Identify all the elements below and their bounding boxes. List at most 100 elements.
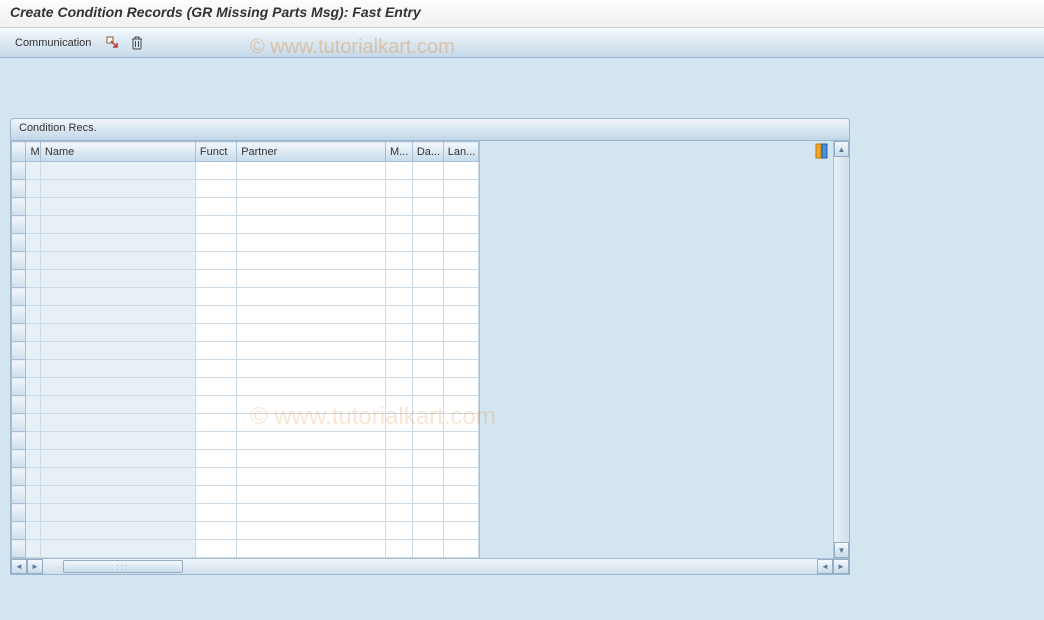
table-row[interactable] — [12, 342, 479, 360]
cell-partner[interactable] — [237, 504, 386, 522]
cell-partner[interactable] — [237, 306, 386, 324]
cell-language[interactable] — [443, 216, 478, 234]
cell-m[interactable] — [26, 324, 40, 342]
cell-language[interactable] — [443, 540, 478, 558]
table-row[interactable] — [12, 288, 479, 306]
row-selector[interactable] — [12, 324, 26, 342]
cell-medium[interactable] — [385, 450, 412, 468]
cell-date[interactable] — [412, 162, 443, 180]
scroll-up-button[interactable]: ▲ — [834, 141, 849, 157]
cell-date[interactable] — [412, 522, 443, 540]
scroll-down-button[interactable]: ▼ — [834, 542, 849, 558]
cell-funct[interactable] — [195, 288, 236, 306]
row-selector[interactable] — [12, 486, 26, 504]
hscroll-track[interactable]: ::: — [43, 559, 817, 574]
table-row[interactable] — [12, 324, 479, 342]
cell-m[interactable] — [26, 414, 40, 432]
cell-language[interactable] — [443, 270, 478, 288]
table-row[interactable] — [12, 234, 479, 252]
cell-language[interactable] — [443, 198, 478, 216]
cell-date[interactable] — [412, 198, 443, 216]
cell-partner[interactable] — [237, 342, 386, 360]
row-selector[interactable] — [12, 414, 26, 432]
cell-medium[interactable] — [385, 252, 412, 270]
cell-funct[interactable] — [195, 198, 236, 216]
cell-partner[interactable] — [237, 180, 386, 198]
cell-language[interactable] — [443, 306, 478, 324]
cell-date[interactable] — [412, 468, 443, 486]
cell-language[interactable] — [443, 252, 478, 270]
cell-name[interactable] — [40, 324, 195, 342]
cell-language[interactable] — [443, 342, 478, 360]
cell-medium[interactable] — [385, 468, 412, 486]
cell-m[interactable] — [26, 468, 40, 486]
cell-funct[interactable] — [195, 450, 236, 468]
cell-date[interactable] — [412, 234, 443, 252]
cell-date[interactable] — [412, 216, 443, 234]
col-m[interactable]: M — [26, 142, 40, 162]
cell-funct[interactable] — [195, 378, 236, 396]
row-selector[interactable] — [12, 252, 26, 270]
col-medium[interactable]: M... — [385, 142, 412, 162]
hscroll-thumb[interactable]: ::: — [63, 560, 183, 573]
row-selector[interactable] — [12, 522, 26, 540]
cell-date[interactable] — [412, 306, 443, 324]
row-selector[interactable] — [12, 198, 26, 216]
cell-funct[interactable] — [195, 252, 236, 270]
cell-date[interactable] — [412, 288, 443, 306]
cell-partner[interactable] — [237, 378, 386, 396]
vertical-scrollbar[interactable]: ▲ ▼ — [833, 141, 849, 558]
cell-name[interactable] — [40, 540, 195, 558]
cell-date[interactable] — [412, 486, 443, 504]
cell-partner[interactable] — [237, 324, 386, 342]
cell-partner[interactable] — [237, 486, 386, 504]
cell-m[interactable] — [26, 216, 40, 234]
cell-partner[interactable] — [237, 450, 386, 468]
scroll-left-end-button[interactable]: ◄ — [817, 559, 833, 574]
cell-funct[interactable] — [195, 468, 236, 486]
row-selector[interactable] — [12, 180, 26, 198]
cell-m[interactable] — [26, 450, 40, 468]
cell-name[interactable] — [40, 450, 195, 468]
cell-medium[interactable] — [385, 342, 412, 360]
cell-funct[interactable] — [195, 432, 236, 450]
table-row[interactable] — [12, 396, 479, 414]
row-selector[interactable] — [12, 378, 26, 396]
cell-m[interactable] — [26, 252, 40, 270]
cell-language[interactable] — [443, 468, 478, 486]
cell-name[interactable] — [40, 432, 195, 450]
cell-funct[interactable] — [195, 414, 236, 432]
cell-medium[interactable] — [385, 378, 412, 396]
cell-partner[interactable] — [237, 468, 386, 486]
cell-partner[interactable] — [237, 522, 386, 540]
cell-funct[interactable] — [195, 234, 236, 252]
col-language[interactable]: Lan... — [443, 142, 478, 162]
cell-funct[interactable] — [195, 162, 236, 180]
table-settings-button[interactable] — [815, 143, 831, 159]
cell-name[interactable] — [40, 468, 195, 486]
table-row[interactable] — [12, 360, 479, 378]
cell-funct[interactable] — [195, 342, 236, 360]
cell-funct[interactable] — [195, 216, 236, 234]
cell-funct[interactable] — [195, 396, 236, 414]
cell-medium[interactable] — [385, 162, 412, 180]
cell-medium[interactable] — [385, 414, 412, 432]
cell-medium[interactable] — [385, 486, 412, 504]
cell-m[interactable] — [26, 378, 40, 396]
cell-medium[interactable] — [385, 360, 412, 378]
cell-language[interactable] — [443, 360, 478, 378]
table-row[interactable] — [12, 216, 479, 234]
row-selector[interactable] — [12, 450, 26, 468]
cell-name[interactable] — [40, 252, 195, 270]
cell-funct[interactable] — [195, 522, 236, 540]
cell-m[interactable] — [26, 540, 40, 558]
cell-partner[interactable] — [237, 270, 386, 288]
cell-language[interactable] — [443, 180, 478, 198]
row-selector[interactable] — [12, 270, 26, 288]
row-selector[interactable] — [12, 288, 26, 306]
row-selector[interactable] — [12, 432, 26, 450]
horizontal-scrollbar[interactable]: ◄ ► ::: ◄ ► — [11, 558, 849, 574]
cell-name[interactable] — [40, 288, 195, 306]
row-selector[interactable] — [12, 396, 26, 414]
table-row[interactable] — [12, 306, 479, 324]
